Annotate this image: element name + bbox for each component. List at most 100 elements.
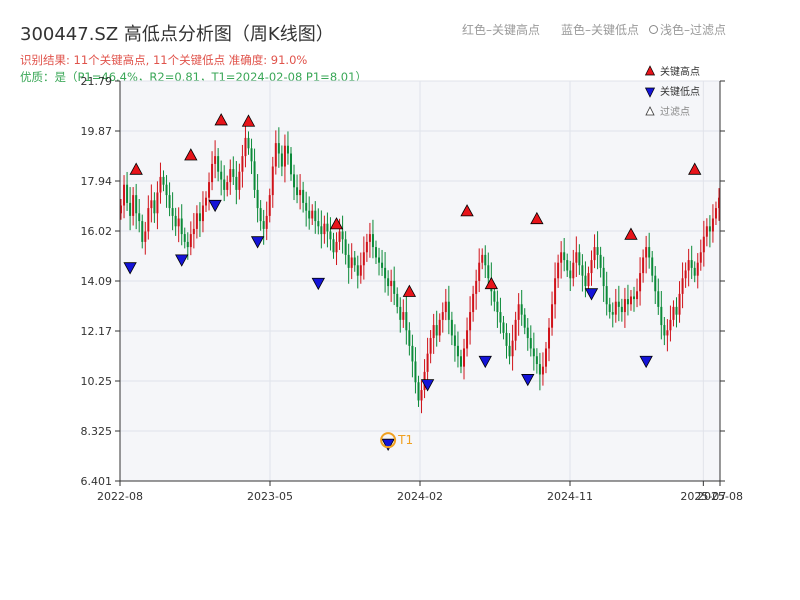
candle-body (174, 215, 177, 227)
candle-body (675, 306, 678, 315)
y-tick-label: 14.09 (81, 275, 113, 288)
candle-body (456, 345, 459, 357)
candle-body (444, 301, 447, 313)
candle-body (314, 210, 317, 222)
candle-body (405, 312, 408, 331)
x-tick-label: 2025-08 (697, 490, 743, 503)
candle-body (557, 262, 560, 279)
candle-body (520, 304, 523, 315)
candle-body (359, 265, 362, 276)
candle-body (241, 156, 244, 172)
x-tick-label: 2023-05 (247, 490, 293, 503)
y-tick-label: 12.17 (81, 325, 113, 338)
y-tick-label: 6.401 (81, 475, 113, 488)
candle-body (572, 262, 575, 279)
candle-body (129, 202, 132, 216)
candle-body (699, 252, 702, 263)
candle-body (541, 366, 544, 375)
candle-body (165, 184, 168, 196)
candle-body (329, 231, 332, 240)
candle-body (466, 330, 469, 349)
candle-body (229, 169, 232, 183)
candle-body (560, 252, 563, 263)
candle-body (620, 306, 623, 313)
candle-body (651, 257, 654, 276)
candle-body (593, 247, 596, 261)
candle-body (429, 338, 432, 354)
candle-body (374, 247, 377, 258)
candle-body (663, 325, 666, 336)
candle-body (311, 210, 314, 219)
candle-body (189, 234, 192, 248)
candle-body (587, 273, 590, 287)
x-tick-label: 2022-08 (97, 490, 143, 503)
candle-body (132, 195, 135, 216)
candle-body (535, 356, 538, 365)
candle-body (596, 247, 599, 255)
candle-body (693, 267, 696, 276)
candle-body (435, 325, 438, 336)
candle-body (302, 189, 305, 203)
candle-body (626, 299, 629, 305)
candle-body (508, 345, 511, 357)
candle-body (344, 239, 347, 255)
candle-body (141, 221, 144, 242)
candle-body (204, 197, 207, 206)
candle-body (639, 273, 642, 292)
candle-body (308, 210, 311, 219)
candle-body (268, 195, 271, 216)
y-tick-label: 16.02 (81, 225, 113, 238)
candle-body (180, 218, 183, 235)
candle-body (235, 176, 238, 190)
candle-body (563, 252, 566, 261)
candle-body (487, 265, 490, 279)
candle-body (256, 189, 259, 209)
candle-body (211, 163, 214, 183)
candle-body (280, 153, 283, 167)
candle-body (605, 286, 608, 305)
candle-body (168, 195, 171, 209)
legend-label: 关键高点 (660, 65, 700, 78)
candle-body (687, 260, 690, 271)
candle-body (283, 145, 286, 167)
candle-body (669, 319, 672, 331)
candle-body (566, 260, 569, 271)
candle-body (192, 228, 195, 235)
candle-body (614, 301, 617, 315)
candle-body (271, 166, 274, 196)
candle-body (253, 161, 256, 190)
candle-body (247, 137, 250, 149)
candle-body (214, 156, 217, 164)
candle-body (672, 306, 675, 320)
candle-body (645, 247, 648, 258)
candle-body (629, 296, 632, 305)
candle-body (217, 156, 220, 172)
candle-body (259, 208, 262, 222)
candle-body (708, 226, 711, 232)
candle-body (526, 327, 529, 339)
candle-body (238, 171, 241, 190)
candle-body (523, 314, 526, 328)
t1-label: T1 (397, 433, 413, 447)
candle-body (326, 223, 329, 232)
candle-body (420, 390, 423, 401)
candle-body (450, 319, 453, 336)
candle-body (368, 234, 371, 242)
candle-body (384, 267, 387, 279)
candle-body (147, 208, 150, 232)
candle-body (396, 293, 399, 307)
candle-body (323, 223, 326, 235)
candle-body (514, 319, 517, 341)
candle-body (529, 338, 532, 349)
candle-body (463, 348, 466, 367)
candle-body (484, 254, 487, 266)
legend-label: 关键低点 (660, 85, 700, 98)
y-tick-label: 17.94 (81, 175, 113, 188)
candle-body (548, 327, 551, 349)
candle-body (438, 319, 441, 336)
candle-body (177, 218, 180, 227)
candle-body (648, 247, 651, 258)
candle-body (162, 176, 165, 185)
candle-body (584, 275, 587, 287)
candle-body (356, 265, 359, 276)
